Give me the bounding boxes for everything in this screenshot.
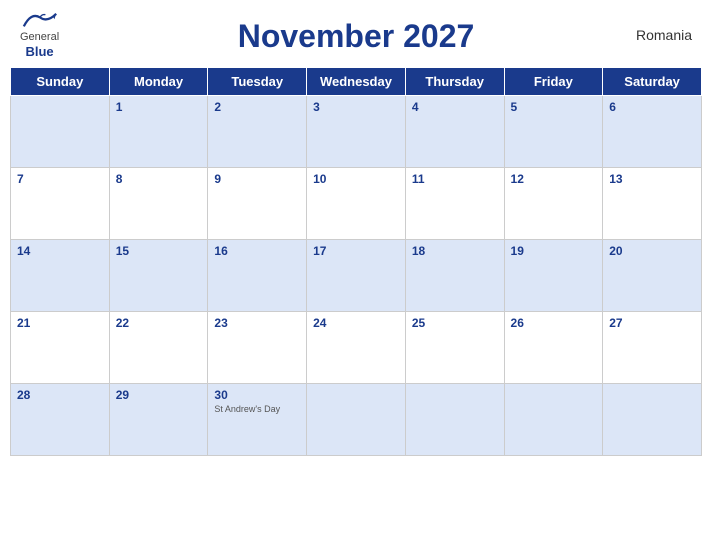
day-number: 16 — [214, 244, 300, 258]
day-number: 22 — [116, 316, 202, 330]
logo: General Blue — [20, 10, 59, 60]
calendar-cell: 2 — [208, 96, 307, 168]
day-number: 18 — [412, 244, 498, 258]
day-number: 2 — [214, 100, 300, 114]
calendar-cell: 3 — [307, 96, 406, 168]
calendar-cell: 8 — [109, 168, 208, 240]
holiday-label: St Andrew's Day — [214, 404, 300, 414]
calendar-cell: 26 — [504, 312, 603, 384]
weekday-thursday: Thursday — [405, 68, 504, 96]
day-number: 10 — [313, 172, 399, 186]
day-number: 29 — [116, 388, 202, 402]
calendar-cell — [603, 384, 702, 456]
day-number: 21 — [17, 316, 103, 330]
calendar-cell: 17 — [307, 240, 406, 312]
day-number: 7 — [17, 172, 103, 186]
day-number: 28 — [17, 388, 103, 402]
calendar-cell: 1 — [109, 96, 208, 168]
calendar-cell: 18 — [405, 240, 504, 312]
calendar-cell: 20 — [603, 240, 702, 312]
day-number: 12 — [511, 172, 597, 186]
week-row-2: 789 10 11 12 13 — [11, 168, 702, 240]
weekday-header-row: Sunday Monday Tuesday Wednesday Thursday… — [11, 68, 702, 96]
calendar-cell: 21 — [11, 312, 110, 384]
calendar-cell: 5 — [504, 96, 603, 168]
weekday-sunday: Sunday — [11, 68, 110, 96]
calendar-cell: 4 — [405, 96, 504, 168]
calendar-cell: 15 — [109, 240, 208, 312]
day-number: 11 — [412, 172, 498, 186]
calendar-cell: 7 — [11, 168, 110, 240]
day-number: 5 — [511, 100, 597, 114]
day-number: 24 — [313, 316, 399, 330]
calendar-cell: 28 — [11, 384, 110, 456]
country-label: Romania — [636, 27, 692, 43]
calendar-cell — [11, 96, 110, 168]
day-number: 1 — [116, 100, 202, 114]
day-number: 9 — [214, 172, 300, 186]
calendar-cell: 14 — [11, 240, 110, 312]
day-number: 30 — [214, 388, 300, 402]
week-row-1: 123456 — [11, 96, 702, 168]
week-row-3: 14 15 16 17 18 19 20 — [11, 240, 702, 312]
calendar-title: November 2027 — [238, 18, 475, 55]
calendar-cell: 30 St Andrew's Day — [208, 384, 307, 456]
day-number: 4 — [412, 100, 498, 114]
logo-blue-text: Blue — [25, 44, 53, 60]
calendar-cell: 13 — [603, 168, 702, 240]
weekday-tuesday: Tuesday — [208, 68, 307, 96]
day-number: 14 — [17, 244, 103, 258]
logo-general-text: General — [20, 31, 59, 44]
day-number: 6 — [609, 100, 695, 114]
calendar-cell: 9 — [208, 168, 307, 240]
day-number: 27 — [609, 316, 695, 330]
calendar-cell — [504, 384, 603, 456]
day-number: 3 — [313, 100, 399, 114]
day-number: 15 — [116, 244, 202, 258]
calendar-cell: 19 — [504, 240, 603, 312]
weekday-saturday: Saturday — [603, 68, 702, 96]
day-number: 17 — [313, 244, 399, 258]
calendar-cell: 23 — [208, 312, 307, 384]
calendar-cell: 25 — [405, 312, 504, 384]
day-number: 13 — [609, 172, 695, 186]
calendar-cell: 24 — [307, 312, 406, 384]
calendar-cell: 6 — [603, 96, 702, 168]
day-number: 8 — [116, 172, 202, 186]
weekday-monday: Monday — [109, 68, 208, 96]
weekday-wednesday: Wednesday — [307, 68, 406, 96]
day-number: 26 — [511, 316, 597, 330]
calendar-cell: 12 — [504, 168, 603, 240]
calendar-cell — [307, 384, 406, 456]
calendar-cell: 29 — [109, 384, 208, 456]
calendar-cell: 27 — [603, 312, 702, 384]
calendar-cell: 16 — [208, 240, 307, 312]
calendar-cell — [405, 384, 504, 456]
logo-bird-icon — [22, 10, 58, 30]
weekday-friday: Friday — [504, 68, 603, 96]
calendar-cell: 22 — [109, 312, 208, 384]
calendar-cell: 10 — [307, 168, 406, 240]
calendar-header: General Blue November 2027 Romania — [10, 10, 702, 59]
week-row-4: 21 22 23 24 25 26 27 — [11, 312, 702, 384]
calendar-cell: 11 — [405, 168, 504, 240]
week-row-5: 28 29 30 St Andrew's Day — [11, 384, 702, 456]
day-number: 20 — [609, 244, 695, 258]
day-number: 25 — [412, 316, 498, 330]
day-number: 19 — [511, 244, 597, 258]
day-number: 23 — [214, 316, 300, 330]
calendar-table: Sunday Monday Tuesday Wednesday Thursday… — [10, 67, 702, 456]
